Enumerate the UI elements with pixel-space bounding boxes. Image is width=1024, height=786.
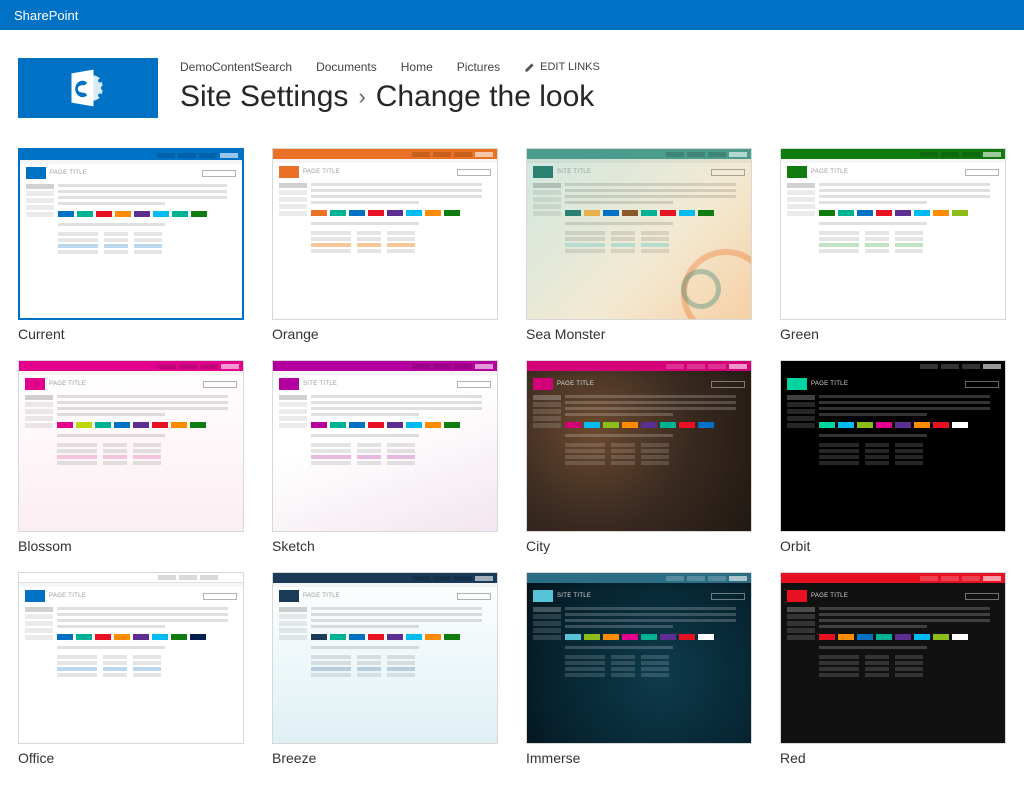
chevron-right-icon: ›	[358, 84, 365, 110]
theme-name-label: Orbit	[780, 538, 1006, 554]
theme-thumbnail: SITE TITLE	[526, 572, 752, 744]
edit-links-label: EDIT LINKS	[540, 61, 600, 73]
theme-preview: PAGE TITLE	[19, 361, 243, 531]
theme-card-blossom[interactable]: PAGE TITLE Blossom	[18, 360, 244, 554]
theme-grid: PAGE TITLE Current PAGE TITLE Orange SITE TI…	[0, 130, 1024, 766]
nav-home[interactable]: Home	[401, 60, 433, 74]
theme-card-office[interactable]: PAGE TITLE Office	[18, 572, 244, 766]
theme-thumbnail: PAGE TITLE	[526, 360, 752, 532]
theme-preview: PAGE TITLE	[781, 573, 1005, 743]
theme-name-label: Red	[780, 750, 1006, 766]
theme-name-label: Sketch	[272, 538, 498, 554]
sharepoint-icon	[66, 66, 110, 110]
nav-documents[interactable]: Documents	[316, 60, 377, 74]
theme-thumbnail: SITE TITLE	[526, 148, 752, 320]
theme-thumbnail: PAGE TITLE	[780, 148, 1006, 320]
theme-card-breeze[interactable]: PAGE TITLE Breeze	[272, 572, 498, 766]
theme-preview: PAGE TITLE	[781, 149, 1005, 319]
theme-name-label: Orange	[272, 326, 498, 342]
theme-thumbnail: PAGE TITLE	[272, 148, 498, 320]
suite-brand[interactable]: SharePoint	[14, 8, 78, 23]
theme-preview: PAGE TITLE	[781, 361, 1005, 531]
breadcrumb: Site Settings › Change the look	[180, 80, 600, 114]
theme-thumbnail: PAGE TITLE	[18, 572, 244, 744]
theme-preview: PAGE TITLE	[273, 573, 497, 743]
theme-card-immerse[interactable]: SITE TITLE Immerse	[526, 572, 752, 766]
edit-links-button[interactable]: EDIT LINKS	[524, 61, 600, 73]
theme-name-label: Immerse	[526, 750, 752, 766]
pencil-icon	[524, 62, 535, 73]
theme-thumbnail: PAGE TITLE	[18, 360, 244, 532]
theme-preview: SITE TITLE	[527, 149, 751, 319]
theme-preview: SITE TITLE	[527, 573, 751, 743]
theme-name-label: City	[526, 538, 752, 554]
theme-thumbnail: PAGE TITLE	[272, 572, 498, 744]
theme-name-label: Breeze	[272, 750, 498, 766]
breadcrumb-current: Change the look	[376, 80, 595, 114]
theme-preview: PAGE TITLE	[527, 361, 751, 531]
suite-bar: SharePoint	[0, 0, 1024, 30]
top-navigation: DemoContentSearch Documents Home Picture…	[180, 60, 600, 74]
theme-preview: SITE TITLE	[273, 361, 497, 531]
theme-card-orbit[interactable]: PAGE TITLE Orbit	[780, 360, 1006, 554]
theme-preview: PAGE TITLE	[273, 149, 497, 319]
site-logo[interactable]	[18, 58, 158, 118]
theme-card-green[interactable]: PAGE TITLE Green	[780, 148, 1006, 342]
theme-thumbnail: PAGE TITLE	[780, 360, 1006, 532]
theme-card-current[interactable]: PAGE TITLE Current	[18, 148, 244, 342]
theme-name-label: Blossom	[18, 538, 244, 554]
theme-thumbnail: SITE TITLE	[272, 360, 498, 532]
theme-card-city[interactable]: PAGE TITLE City	[526, 360, 752, 554]
theme-name-label: Green	[780, 326, 1006, 342]
breadcrumb-parent[interactable]: Site Settings	[180, 80, 348, 114]
theme-name-label: Office	[18, 750, 244, 766]
theme-preview: PAGE TITLE	[20, 150, 242, 318]
nav-pictures[interactable]: Pictures	[457, 60, 500, 74]
page-content: DemoContentSearch Documents Home Picture…	[0, 38, 1024, 786]
theme-preview: PAGE TITLE	[19, 573, 243, 743]
theme-card-sketch[interactable]: SITE TITLE Sketch	[272, 360, 498, 554]
theme-name-label: Current	[18, 326, 244, 342]
theme-card-sea-monster[interactable]: SITE TITLE Sea Monster	[526, 148, 752, 342]
nav-democontentsearch[interactable]: DemoContentSearch	[180, 60, 292, 74]
theme-name-label: Sea Monster	[526, 326, 752, 342]
theme-card-red[interactable]: PAGE TITLE Red	[780, 572, 1006, 766]
page-header: DemoContentSearch Documents Home Picture…	[0, 38, 1024, 130]
theme-thumbnail: PAGE TITLE	[18, 148, 244, 320]
theme-thumbnail: PAGE TITLE	[780, 572, 1006, 744]
theme-card-orange[interactable]: PAGE TITLE Orange	[272, 148, 498, 342]
